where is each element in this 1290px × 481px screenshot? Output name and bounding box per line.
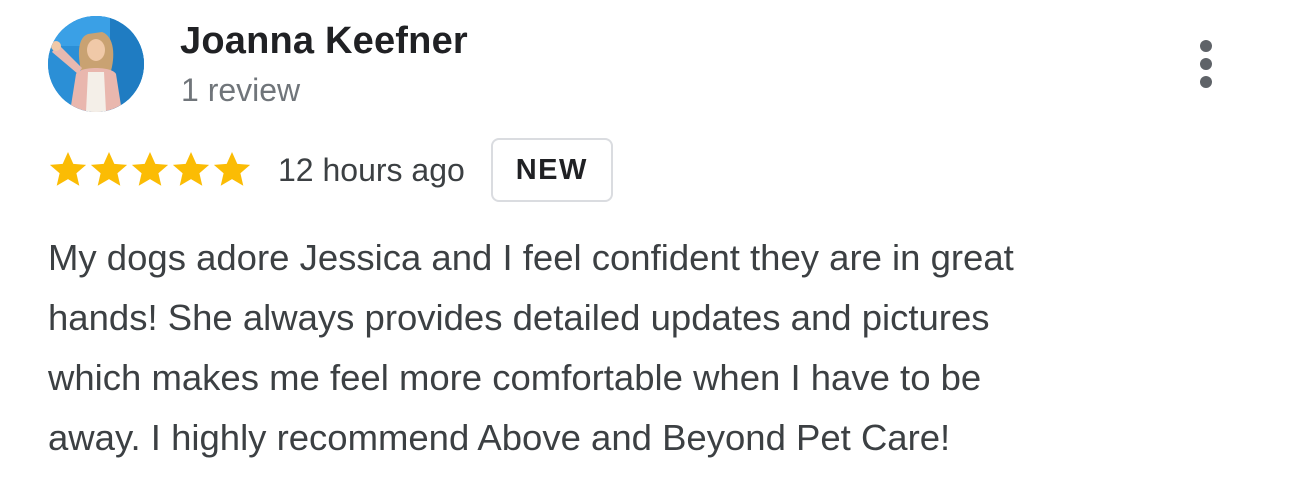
more-vertical-icon-dot [1200, 58, 1212, 70]
more-vertical-icon-dot [1200, 76, 1212, 88]
star-rating [48, 150, 252, 190]
review-text-line: which makes me feel more comfortable whe… [48, 357, 982, 398]
new-badge: NEW [490, 138, 613, 202]
more-options-button[interactable] [1186, 36, 1226, 92]
reviewer-name[interactable]: Joanna Keefner [180, 20, 468, 63]
star-filled-icon [212, 150, 252, 190]
star-filled-icon [48, 150, 88, 190]
rating-row: 12 hours ago NEW [48, 138, 613, 202]
review-text: My dogs adore Jessica and I feel confide… [48, 228, 1228, 468]
review-count[interactable]: 1 review [181, 72, 300, 109]
more-vertical-icon [1200, 40, 1212, 52]
avatar-photo [48, 16, 144, 112]
star-filled-icon [89, 150, 129, 190]
review-text-line: away. I highly recommend Above and Beyon… [48, 417, 951, 458]
review-text-line: hands! She always provides detailed upda… [48, 297, 990, 338]
review-card: Joanna Keefner 1 review 12 hours ago NEW… [0, 0, 1290, 481]
avatar[interactable] [48, 16, 144, 112]
review-timestamp: 12 hours ago [278, 151, 465, 188]
review-text-line: My dogs adore Jessica and I feel confide… [48, 237, 1014, 278]
star-filled-icon [171, 150, 211, 190]
star-filled-icon [130, 150, 170, 190]
